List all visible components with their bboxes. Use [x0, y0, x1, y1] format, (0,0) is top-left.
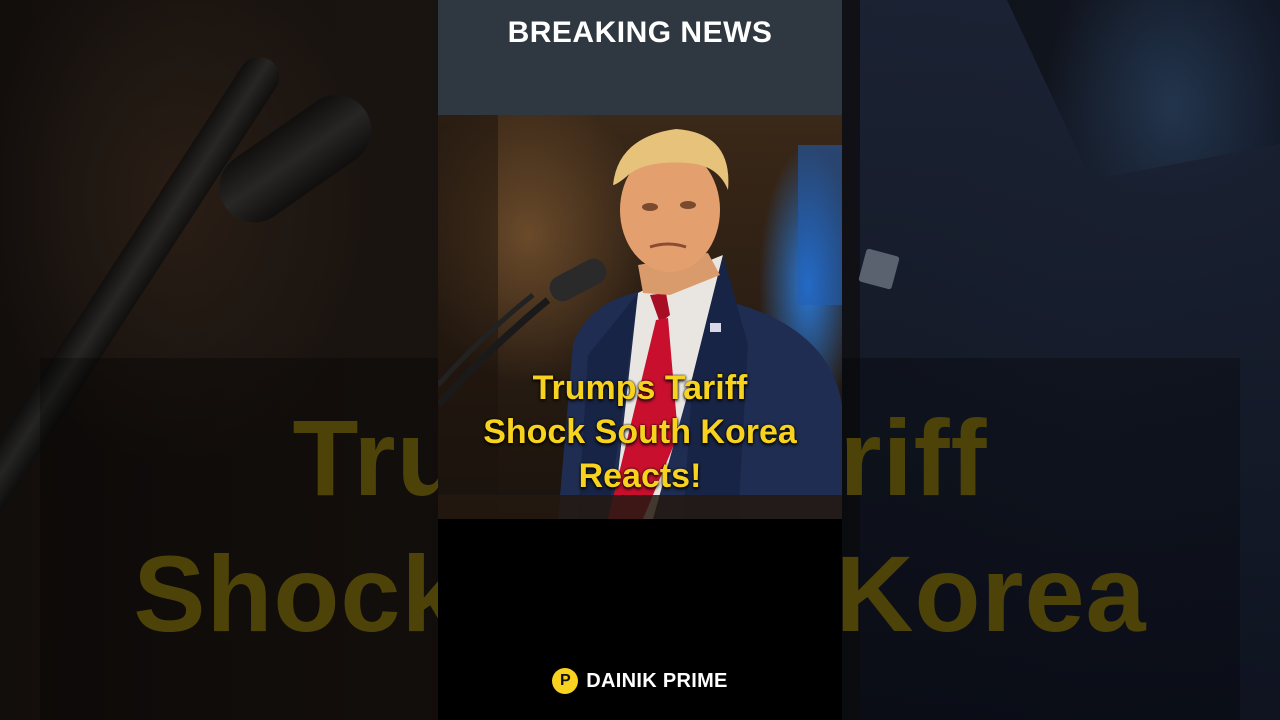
headline-line-1: Trumps Tariff [532, 369, 748, 407]
video-panel[interactable]: BREAKING NEWS Trumps Tariff Shock South … [438, 0, 842, 720]
channel-brand[interactable]: P DAINIK PRIME [438, 668, 842, 694]
header-title: BREAKING NEWS [507, 16, 773, 49]
background-flag [798, 145, 842, 305]
left-eye [642, 203, 658, 211]
podium [438, 495, 842, 519]
news-headline: Trumps Tariff Shock South Korea Reacts! [438, 366, 842, 498]
microphone-head [549, 258, 607, 302]
brand-logo-icon: P [552, 668, 579, 694]
headline-line-3: Reacts! [578, 457, 702, 495]
right-eye [680, 201, 696, 209]
brand-name: DAINIK PRIME [586, 669, 728, 692]
flag-pin [710, 323, 721, 332]
headline-line-2: Shock South Korea [483, 413, 797, 451]
news-header: BREAKING NEWS [438, 0, 842, 115]
